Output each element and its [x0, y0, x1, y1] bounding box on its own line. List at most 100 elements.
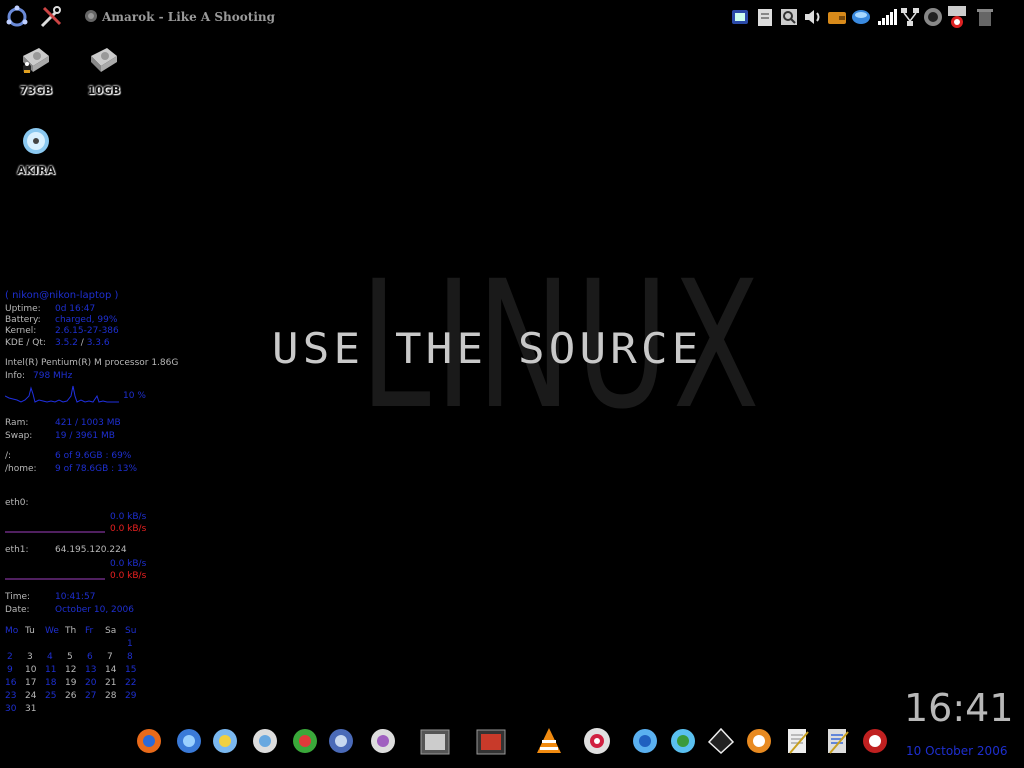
root-fs-label: /: [5, 451, 12, 461]
bluetooth-icon[interactable] [728, 5, 752, 29]
kde-control-icon[interactable] [418, 722, 452, 760]
desktop-icon-label: 10GB [87, 84, 121, 97]
kde-menu-icon[interactable] [4, 4, 30, 30]
trash-icon[interactable] [973, 5, 997, 29]
calendar-day: 16 [5, 678, 17, 688]
inkscape-icon[interactable] [704, 722, 738, 760]
calendar-header-sa: Sa [105, 626, 117, 636]
calendar-day: 11 [45, 665, 57, 675]
file-sharing-icon[interactable] [288, 722, 322, 760]
film-clapper-icon[interactable] [474, 722, 508, 760]
k3b-icon[interactable] [858, 722, 892, 760]
cpu-usage-percent: 10 % [123, 391, 146, 401]
firefox-icon[interactable] [132, 722, 166, 760]
user-host: ( nikon@nikon-laptop ) [5, 290, 119, 301]
wallpaper-tagline: USE THE SOURCE [272, 324, 703, 373]
lock-icon[interactable] [945, 5, 969, 29]
swap-label: Swap: [5, 431, 33, 441]
kdeqt-value: 3.5.2 / 3.3.6 [55, 338, 110, 349]
qt-version: 3.3.6 [86, 338, 110, 348]
calendar-header-su: Su [125, 626, 137, 636]
desktop-icon-hdd-73gb[interactable]: 73GB [6, 44, 66, 97]
eth0-graph [5, 531, 105, 533]
wallet-icon[interactable] [825, 5, 849, 29]
vlc-icon[interactable] [532, 722, 566, 760]
calendar-header-th: Th [65, 626, 77, 636]
task-title: Amarok - Like A Shooting Star by I [102, 10, 280, 24]
settings-tools-icon[interactable] [38, 4, 64, 30]
clock-date: 10 October 2006 [906, 744, 1008, 758]
display-icon[interactable] [921, 5, 945, 29]
image-viewer-icon[interactable] [666, 722, 700, 760]
clipboard-icon[interactable] [753, 5, 777, 29]
calendar-day: 23 [5, 691, 17, 701]
calendar-day: 21 [105, 678, 117, 688]
root-fs-value: 6 of 9.6GB : 69% [55, 451, 132, 461]
eth1-upload: 0.0 kB/s [110, 571, 147, 581]
desktop-icon-cdrom[interactable]: AKIRA [6, 124, 66, 177]
date-label: Date: [5, 605, 30, 615]
info-label: Info: [5, 371, 26, 381]
kdeqt-separator: / [80, 338, 84, 348]
gaim-chat-icon[interactable] [248, 722, 282, 760]
text-editor-icon[interactable] [820, 722, 854, 760]
kernel-value: 2.6.15-27-386 [55, 326, 119, 336]
calendar-day: 26 [65, 691, 77, 701]
cd-burner-icon[interactable] [580, 722, 614, 760]
kernel-label: Kernel: [5, 326, 37, 336]
volume-icon[interactable] [801, 5, 825, 29]
calendar-day: 29 [125, 691, 137, 701]
eth1-label: eth1: [5, 545, 29, 555]
thunderbird-icon[interactable] [324, 722, 358, 760]
calendar-day: 31 [25, 704, 37, 714]
calendar-day: 10 [25, 665, 37, 675]
uptime-label: Uptime: [5, 304, 41, 314]
web-browser-icon[interactable] [172, 722, 206, 760]
eth1-graph [5, 578, 105, 580]
calendar-day: 25 [45, 691, 57, 701]
kde-edu-icon[interactable] [628, 722, 662, 760]
calendar-header-fr: Fr [85, 626, 94, 636]
cpu-model: Intel(R) Pentium(R) M processor 1.86G [5, 358, 179, 368]
calendar-day: 14 [105, 665, 117, 675]
calendar-day: 5 [67, 652, 73, 662]
kde-version: 3.5.2 [55, 338, 78, 348]
notes-icon[interactable] [780, 722, 814, 760]
calendar-day: 30 [5, 704, 17, 714]
amarok-icon[interactable] [742, 722, 776, 760]
desktop-icon-hdd-10gb[interactable]: 10GB [74, 44, 134, 97]
calendar-day: 19 [65, 678, 77, 688]
calendar-day: 24 [25, 691, 37, 701]
eth0-label: eth0: [5, 498, 29, 508]
calendar-day: 18 [45, 678, 57, 688]
network-globe-icon[interactable] [849, 5, 873, 29]
clock-time: 16:41 [904, 686, 1014, 730]
signal-strength-icon[interactable] [875, 5, 899, 29]
taskbar-item-amarok[interactable]: Amarok - Like A Shooting Star by I [84, 8, 280, 26]
calendar-day: 9 [7, 665, 13, 675]
calendar-day: 1 [127, 639, 133, 649]
time-value: 10:41:57 [55, 592, 96, 602]
cpu-usage-graph [5, 385, 119, 403]
calendar-day: 17 [25, 678, 37, 688]
desktop-icon-label: AKIRA [16, 164, 56, 177]
harddisk-icon [87, 48, 121, 82]
network-icon[interactable] [898, 5, 922, 29]
ram-label: Ram: [5, 418, 29, 428]
game-controller-icon[interactable] [366, 722, 400, 760]
calendar-day: 15 [125, 665, 137, 675]
calendar-header-mo: Mo [5, 626, 19, 636]
eth1-download: 0.0 kB/s [110, 559, 147, 569]
home-fs-label: /home: [5, 464, 37, 474]
top-panel: Amarok - Like A Shooting Star by I [0, 0, 1024, 34]
date-value: October 10, 2006 [55, 605, 134, 615]
calendar-day: 4 [47, 652, 53, 662]
amarok-wolf-icon [84, 8, 98, 26]
eth1-ip: 64.195.120.224 [55, 545, 127, 555]
calendar-day: 20 [85, 678, 97, 688]
ram-value: 421 / 1003 MB [55, 418, 121, 428]
cpu-frequency: 798 MHz [33, 371, 73, 381]
search-icon[interactable] [777, 5, 801, 29]
calendar-day: 22 [125, 678, 137, 688]
kopete-icon[interactable] [208, 722, 242, 760]
